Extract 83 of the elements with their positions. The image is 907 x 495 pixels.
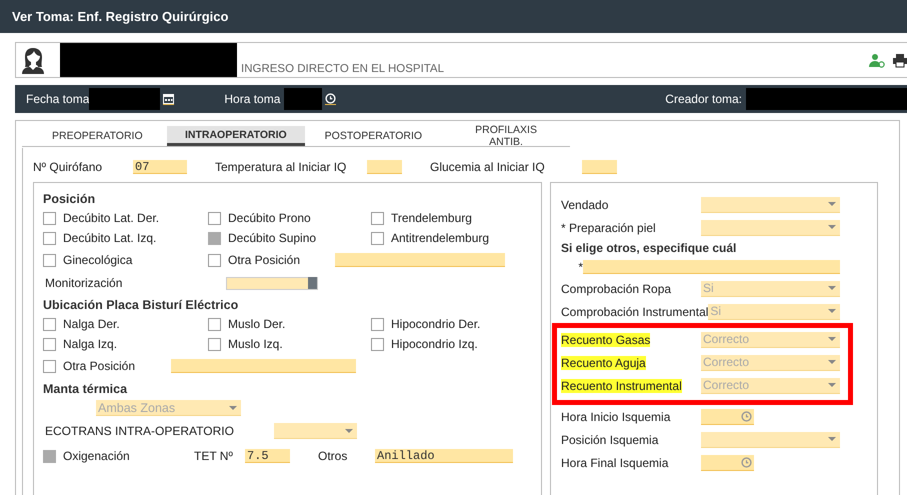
section-heading: Posición — [43, 192, 96, 208]
clock-icon — [741, 410, 752, 422]
field-label: Comprobación Instrumental — [561, 304, 708, 318]
checkbox[interactable] — [208, 338, 221, 350]
time-field[interactable] — [701, 454, 754, 470]
checkbox-label: Hipocondrio Der. — [391, 317, 480, 331]
field-label: ECOTRANS INTRA-OPERATORIO — [44, 424, 235, 438]
tab[interactable]: PREOPERATORIO — [40, 126, 165, 146]
checkbox-label: Decúbito Supino — [228, 231, 316, 245]
clock-icon — [741, 456, 752, 468]
checkbox-label: Otra Posición — [228, 253, 300, 267]
checkbox-label: Decúbito Lat. Izq. — [63, 231, 156, 245]
field-label: Nº Quirófano — [33, 160, 104, 174]
required-mark: * — [577, 260, 583, 274]
field-label: Comprobación Ropa — [561, 282, 672, 296]
redacted-block — [89, 88, 160, 110]
checkbox[interactable] — [43, 450, 56, 462]
field-label: Recuento Aguja — [561, 356, 647, 370]
field-label: Hora Final Isquemia — [561, 456, 670, 470]
admission-type: INGRESO DIRECTO EN EL HOSPITAL — [241, 63, 444, 75]
calendar-icon[interactable] — [163, 94, 174, 104]
checkbox-label: Decúbito Prono — [228, 211, 311, 225]
checkbox-label: Oxigenación — [63, 449, 130, 463]
field-label: Recuento Instrumental — [561, 378, 683, 392]
field-label: Vendado — [561, 198, 610, 212]
checkbox-label: Nalga Der. — [63, 317, 120, 331]
section-heading: Si elige otros, especifique cuál — [561, 240, 738, 257]
checkbox[interactable] — [43, 318, 56, 330]
section-heading: Ubicación Placa Bisturí Eléctrico — [43, 298, 240, 314]
text-field[interactable] — [583, 260, 840, 274]
field-label: Creador toma: — [665, 92, 742, 106]
checkbox[interactable] — [371, 318, 384, 330]
text-field[interactable]: 07 — [133, 160, 187, 174]
checkbox-label: Antitrendelemburg — [391, 231, 490, 245]
checkbox[interactable] — [371, 212, 384, 224]
text-field[interactable] — [171, 359, 356, 373]
checkbox[interactable] — [43, 232, 56, 244]
checkbox-label: Ginecológica — [63, 253, 132, 267]
checkbox[interactable] — [208, 318, 221, 330]
field-label: Otros — [318, 449, 348, 463]
text-field[interactable] — [367, 160, 402, 174]
checkbox-label: Muslo Izq. — [228, 337, 283, 351]
field-label: Temperatura al Iniciar IQ — [214, 160, 348, 174]
tab[interactable]: POSTOPERATORIO — [304, 126, 442, 146]
text-field[interactable] — [582, 160, 617, 174]
field-label: Glucemia al Iniciar IQ — [429, 160, 546, 174]
checkbox[interactable] — [371, 232, 384, 244]
field-label: Hora Inicio Isquemia — [561, 410, 672, 424]
tab[interactable]: PROFILAXIS ANTIB. — [442, 126, 570, 146]
checkbox-label: Otra Posición — [63, 359, 136, 373]
time-field[interactable] — [701, 408, 754, 424]
window-title: Ver Toma: Enf. Registro Quirúrgico — [0, 0, 907, 33]
checkbox[interactable] — [43, 338, 56, 350]
field-label: Posición Isquemia — [561, 432, 660, 446]
checkbox[interactable] — [208, 232, 221, 244]
avatar-icon — [20, 46, 46, 74]
user-email-icon[interactable] — [869, 52, 885, 68]
checkbox-label: Decúbito Lat. Der. — [63, 211, 160, 225]
field-label: TET Nº — [194, 449, 234, 463]
checkbox-label: Nalga Izq. — [63, 337, 118, 351]
list-field[interactable] — [226, 276, 318, 290]
checkbox-label: Hipocondrio Izq. — [391, 337, 478, 351]
clock-icon[interactable] — [325, 93, 336, 105]
field-label: Hora toma — [224, 92, 280, 106]
checkbox[interactable] — [371, 338, 384, 350]
text-field[interactable]: Anillado — [375, 449, 513, 463]
checkbox[interactable] — [43, 254, 56, 266]
field-label: * Preparación piel — [561, 220, 657, 234]
field-label: Monitorización — [44, 276, 124, 290]
checkbox[interactable] — [208, 212, 221, 224]
checkbox-label: Muslo Der. — [228, 317, 286, 331]
checkbox[interactable] — [43, 360, 56, 372]
field-label: Fecha toma — [26, 92, 90, 106]
tab[interactable]: INTRAOPERATORIO — [166, 126, 305, 146]
text-field[interactable] — [335, 253, 505, 267]
section-heading: Manta térmica — [43, 382, 128, 398]
printer-icon[interactable] — [893, 52, 907, 68]
field-label: Recuento Gasas — [561, 332, 652, 346]
text-field[interactable]: 7.5 — [245, 449, 290, 463]
checkbox[interactable] — [43, 212, 56, 224]
redacted-block — [284, 88, 322, 110]
checkbox-label: Trendelemburg — [391, 211, 472, 225]
checkbox[interactable] — [208, 254, 221, 266]
